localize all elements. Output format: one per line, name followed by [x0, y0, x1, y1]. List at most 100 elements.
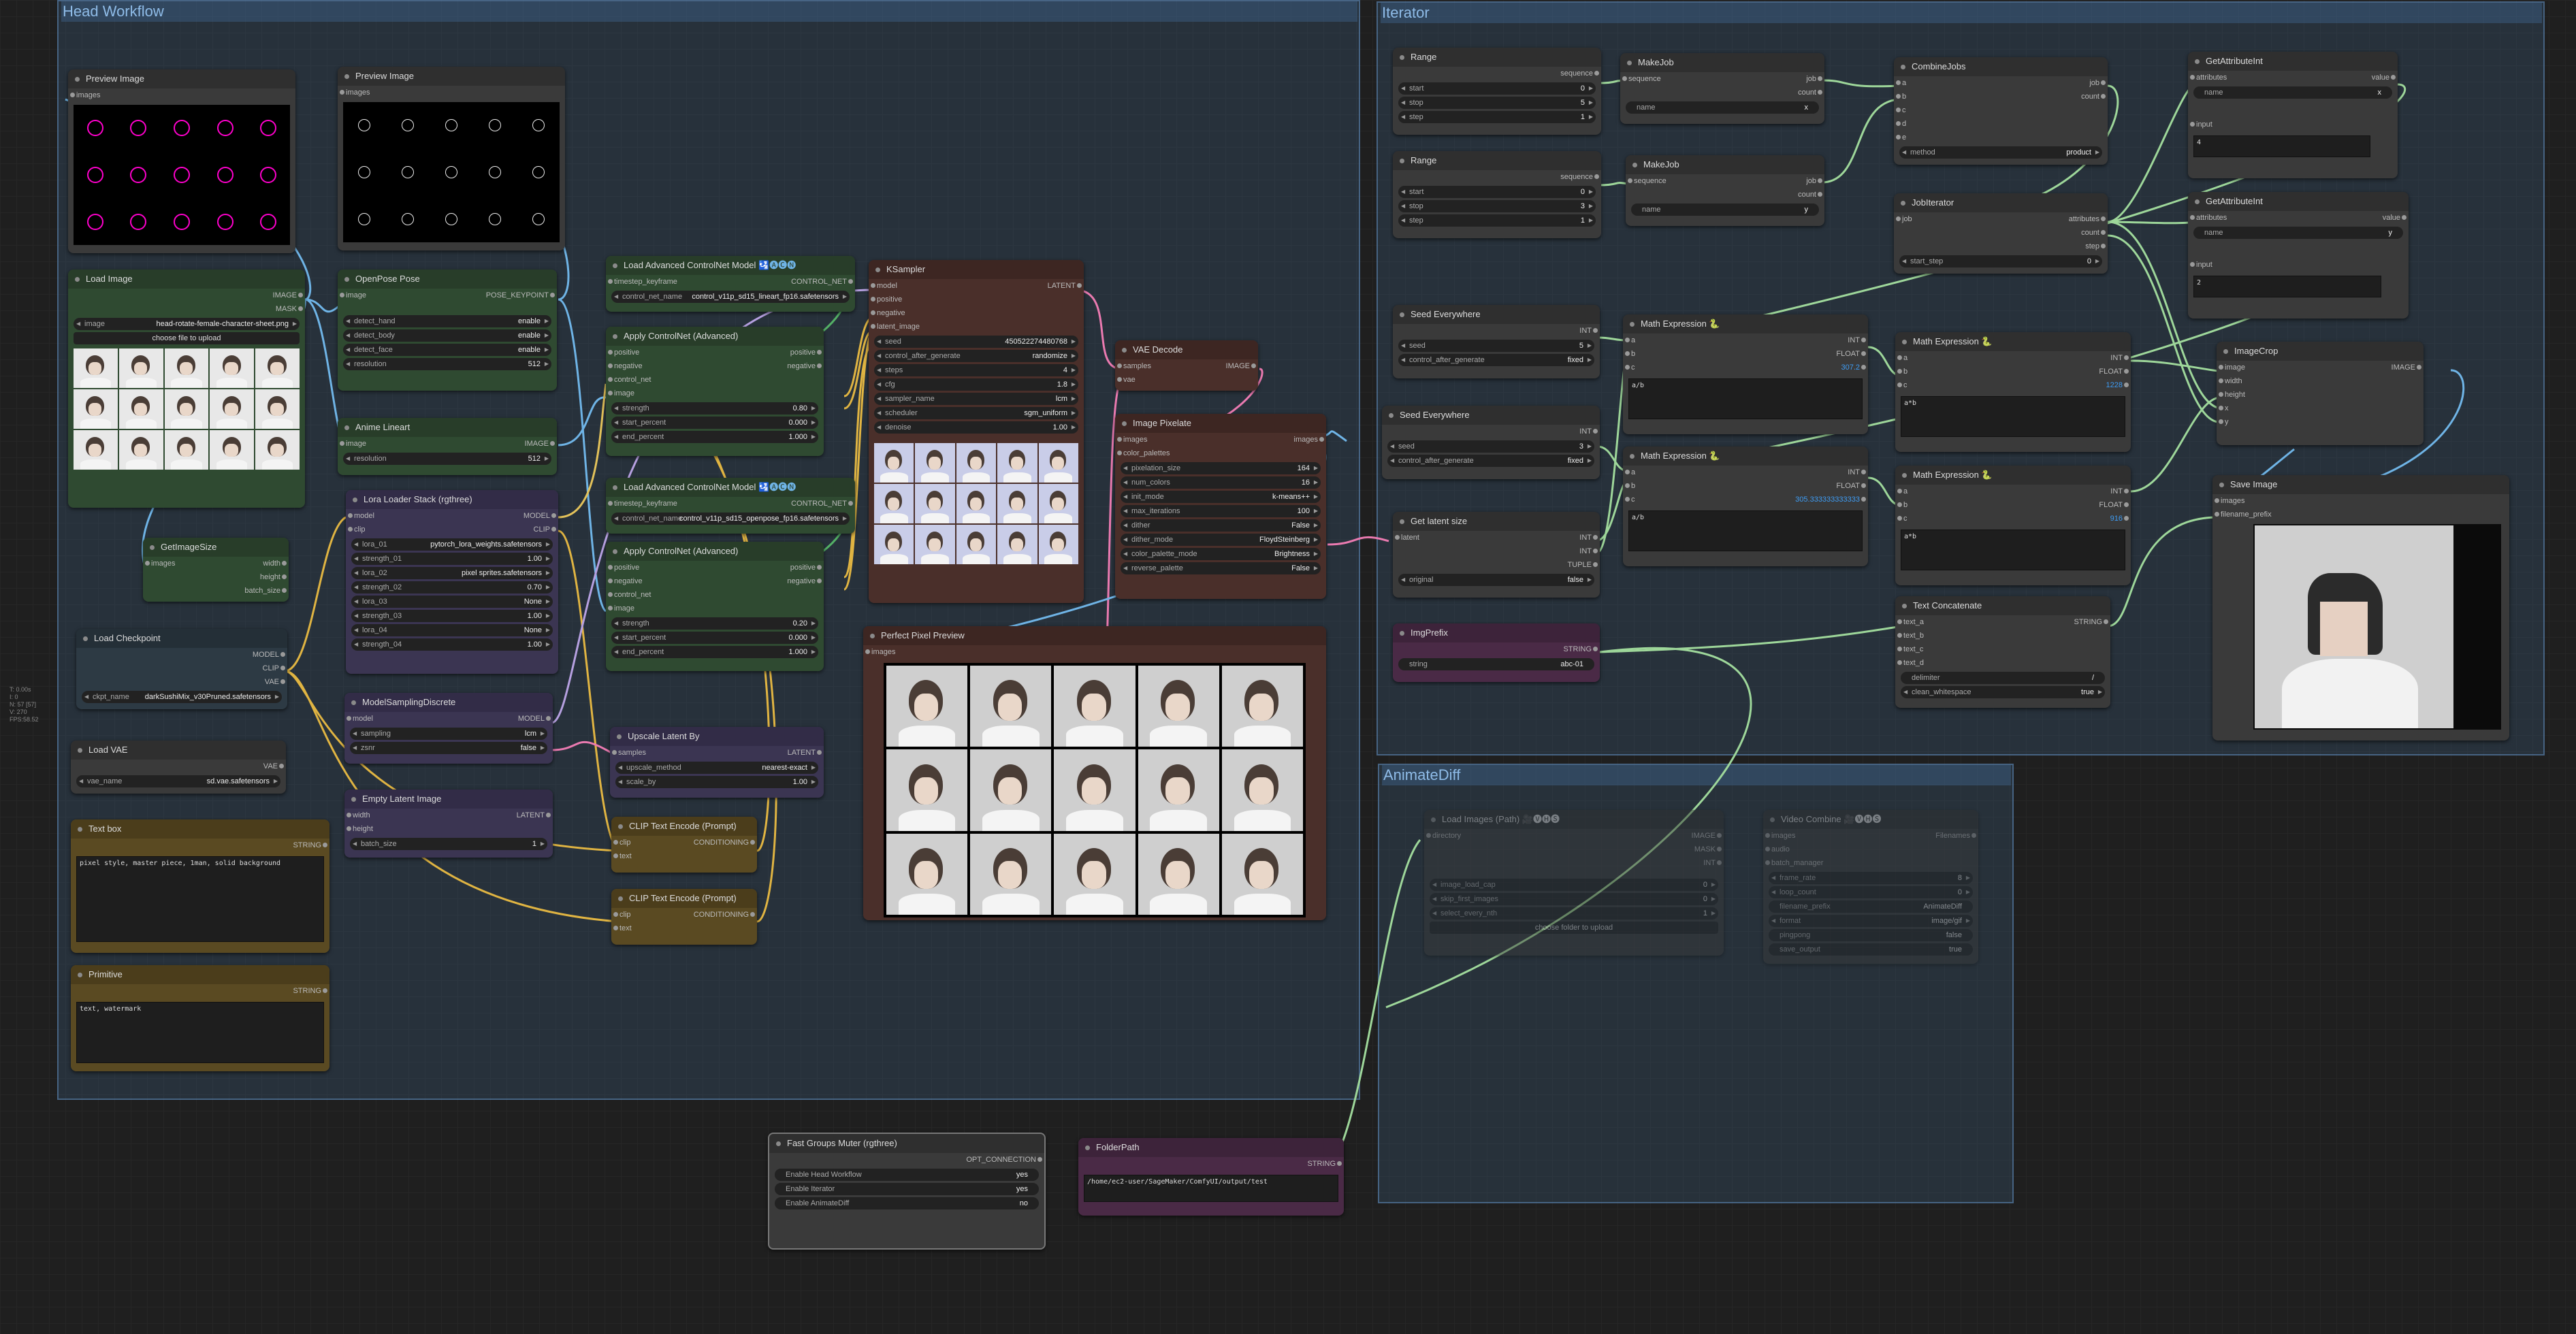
node-load-image[interactable]: Load Image IMAGE MASK imagehead-rotate-f…: [68, 270, 305, 508]
expression-input[interactable]: a*b: [1901, 530, 2125, 570]
input-y[interactable]: y: [2219, 415, 2229, 429]
method-select[interactable]: method product: [1899, 146, 2102, 159]
output-string[interactable]: STRING: [293, 839, 327, 852]
node-fast-groups-muter[interactable]: Fast Groups Muter (rgthree) OPT_CONNECTI…: [768, 1133, 1046, 1250]
output-mask[interactable]: MASK: [1694, 843, 1722, 856]
node-clip-text-encode-positive[interactable]: CLIP Text Encode (Prompt) clip CONDITIONI…: [611, 817, 757, 873]
input-c[interactable]: c: [1625, 361, 1635, 374]
input-images[interactable]: images: [1765, 829, 1795, 843]
node-load-images-path[interactable]: Load Images (Path) 🎥🅥🅗🅢 directory IMAGE M…: [1424, 810, 1724, 956]
name-field[interactable]: name y: [1631, 204, 1819, 216]
output-float[interactable]: FLOAT: [1836, 347, 1866, 361]
end-percent-field[interactable]: end_percent 1.000: [611, 431, 818, 443]
output-filenames[interactable]: Filenames: [1935, 829, 1976, 843]
start-field[interactable]: start 0: [1398, 82, 1596, 95]
expression-input[interactable]: a/b: [1628, 378, 1863, 419]
output-value[interactable]: value: [2383, 211, 2407, 225]
output-tuple[interactable]: TUPLE: [1568, 558, 1598, 572]
pixelation-size-field[interactable]: pixelation_size 164: [1121, 462, 1321, 474]
output-int[interactable]: INT: [2110, 351, 2129, 365]
output-width[interactable]: width: [263, 557, 287, 570]
detect-body-toggle[interactable]: detect_body enable: [343, 329, 551, 342]
output-positive[interactable]: positive: [790, 346, 822, 359]
input-text[interactable]: text: [613, 849, 632, 863]
input-attributes[interactable]: attributes: [2189, 71, 2227, 84]
output-int[interactable]: INT: [1579, 425, 1598, 438]
input-clip[interactable]: clip: [613, 836, 631, 849]
step-field[interactable]: step 1: [1398, 111, 1596, 123]
toggle-animatediff[interactable]: Enable AnimateDiff no: [775, 1197, 1039, 1209]
end-percent-field[interactable]: end_percent 1.000: [611, 646, 818, 658]
node-upscale-latent-by[interactable]: Upscale Latent By samplesLATENT upscale_…: [610, 727, 824, 798]
node-seed-everywhere-2[interactable]: Seed Everywhere INT seed3 control_after_…: [1382, 406, 1600, 479]
node-load-advanced-controlnet-1[interactable]: Load Advanced ControlNet Model 🛂🅐🅒🅝 time…: [606, 256, 855, 312]
strength-field[interactable]: strength 0.80: [611, 402, 818, 414]
input-images[interactable]: images: [144, 557, 175, 570]
node-lora-loader-stack[interactable]: Lora Loader Stack (rgthree) model MODEL c…: [346, 490, 558, 674]
input-image[interactable]: image: [2219, 361, 2245, 374]
input-clip[interactable]: clip: [613, 908, 631, 922]
input-e[interactable]: e: [1895, 131, 1906, 144]
input-samples[interactable]: samples: [1117, 359, 1151, 373]
output-string[interactable]: STRING: [1563, 642, 1598, 656]
input-b[interactable]: b: [1897, 498, 1907, 512]
input-text-a[interactable]: text_a: [1897, 615, 1924, 629]
primitive-text-input[interactable]: text, watermark: [76, 1002, 324, 1063]
output-vae[interactable]: VAE: [265, 675, 286, 689]
pingpong-toggle[interactable]: pingpong false: [1769, 929, 1973, 941]
resolution-field[interactable]: resolution 512: [343, 358, 551, 370]
max-iterations-field[interactable]: max_iterations 100: [1121, 505, 1321, 517]
cfg-field[interactable]: cfg 1.8: [874, 378, 1078, 391]
node-clip-text-encode-negative[interactable]: CLIP Text Encode (Prompt) clip CONDITIONI…: [611, 889, 757, 945]
node-job-iterator[interactable]: JobIterator jobattributes count step sta…: [1894, 193, 2108, 274]
node-apply-controlnet-1[interactable]: Apply ControlNet (Advanced) positive posi…: [606, 327, 824, 456]
node-range-2[interactable]: Range sequence start0 stop3 step1: [1393, 151, 1601, 238]
node-openpose-pose[interactable]: OpenPose Pose imagePOSE_KEYPOINT detect_…: [338, 270, 557, 391]
upload-button[interactable]: choose file to upload: [74, 332, 300, 344]
input-images[interactable]: images: [2214, 494, 2244, 508]
output-opt-connection[interactable]: OPT_CONNECTION: [966, 1153, 1042, 1167]
output-mask[interactable]: MASK: [276, 302, 304, 316]
start-percent-field[interactable]: start_percent 0.000: [611, 632, 818, 644]
input-images[interactable]: images: [865, 645, 895, 659]
input-sequence[interactable]: sequence: [1622, 72, 1661, 86]
control-after-generate-select[interactable]: control_after_generate randomize: [874, 350, 1078, 362]
node-preview-image-1[interactable]: Preview Image images: [68, 69, 295, 253]
node-preview-image-2[interactable]: Preview Image images: [338, 67, 565, 250]
node-math-expression-4[interactable]: Math Expression 🐍 a INT b FLOAT c 916 a*b: [1895, 466, 2131, 585]
output-int[interactable]: INT: [1579, 324, 1598, 338]
output-job[interactable]: job: [2089, 76, 2106, 90]
input-sequence[interactable]: sequence: [1628, 174, 1667, 188]
loop-count-field[interactable]: loop_count 0: [1769, 886, 1973, 898]
input-text-d[interactable]: text_d: [1897, 656, 1924, 670]
node-vae-decode[interactable]: VAE Decode samples IMAGE vae: [1115, 340, 1258, 391]
node-get-image-size[interactable]: GetImageSize images width height batch_si…: [143, 538, 289, 602]
save-output-toggle[interactable]: save_output true: [1769, 943, 1973, 956]
input-model[interactable]: model: [348, 509, 374, 523]
resolution-field[interactable]: resolution 512: [343, 453, 551, 465]
output-float[interactable]: FLOAT: [1836, 479, 1866, 493]
input-negative[interactable]: negative: [608, 574, 643, 588]
node-img-prefix[interactable]: ImgPrefix STRING string abc-01: [1393, 623, 1600, 682]
dither-mode-select[interactable]: dither_mode FloydSteinberg: [1121, 534, 1321, 546]
start-percent-field[interactable]: start_percent 0.000: [611, 417, 818, 429]
scale-by-field[interactable]: scale_by 1.00: [615, 776, 818, 788]
input-a[interactable]: a: [1897, 351, 1907, 365]
input-c[interactable]: c: [1897, 378, 1907, 392]
input-latent-image[interactable]: latent_image: [871, 320, 920, 334]
output-string[interactable]: STRING: [1307, 1157, 1342, 1171]
strength-01-field[interactable]: strength_01 1.00: [351, 553, 553, 565]
input-attributes[interactable]: attributes: [2189, 211, 2227, 225]
num-colors-field[interactable]: num_colors 16: [1121, 476, 1321, 489]
init-mode-select[interactable]: init_mode k-means++: [1121, 491, 1321, 503]
output-control-net[interactable]: CONTROL_NET: [791, 497, 853, 510]
name-field[interactable]: name x: [2193, 86, 2392, 99]
output-latent[interactable]: LATENT: [1048, 279, 1082, 293]
control-net-name-select[interactable]: control_net_name control_v11p_sd15_linear…: [611, 291, 850, 303]
input-image[interactable]: image: [340, 437, 366, 451]
node-makejob-2[interactable]: MakeJob sequence job count name y: [1626, 155, 1824, 226]
input-batch-manager[interactable]: batch_manager: [1765, 856, 1823, 870]
output-control-net[interactable]: CONTROL_NET: [791, 275, 853, 289]
input-control-net[interactable]: control_net: [607, 588, 651, 602]
detect-face-toggle[interactable]: detect_face enable: [343, 344, 551, 356]
